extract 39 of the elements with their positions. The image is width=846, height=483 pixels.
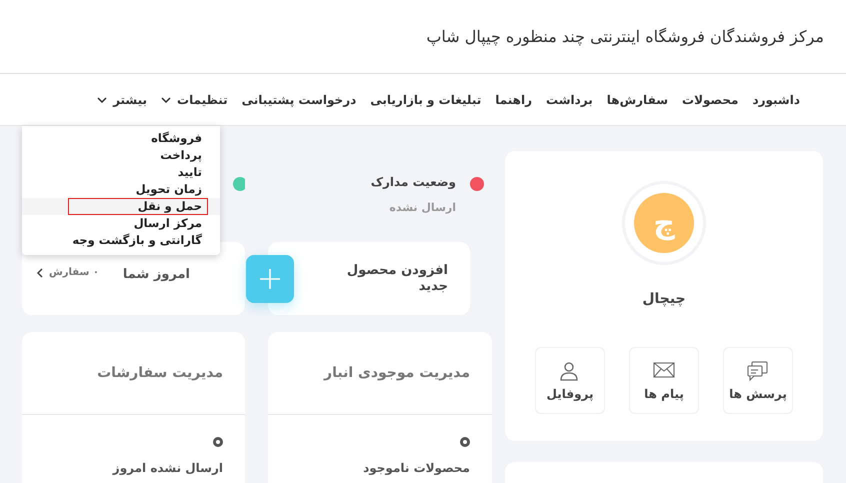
nav-link[interactable]: راهنما (495, 92, 532, 106)
menu-item[interactable]: تایید (22, 164, 220, 181)
status-label: وضعیت مدارک (370, 175, 456, 189)
menu-item[interactable]: مرکز ارسال (22, 215, 220, 232)
store-name: چیچال (642, 291, 686, 307)
nav-menu[interactable]: تنظیمات (161, 92, 228, 106)
page-title: مرکز فروشندگان فروشگاه اینترنتی چند منظوره چیپال شاپ (426, 27, 824, 46)
add-product-label: افزودن محصول جدید (346, 262, 449, 294)
panel-item: ارسال نشده امروز (112, 461, 223, 475)
menu-item[interactable]: گارانتی و بازگشت وجه (22, 232, 220, 249)
ring-icon (213, 437, 223, 447)
menu-item[interactable]: زمان تحویل (22, 181, 220, 198)
nav-link[interactable]: درخواست پشتیبانی (242, 92, 356, 106)
nav-menu[interactable]: بیشتر (97, 92, 148, 106)
nav-link[interactable]: داشبورد (752, 92, 800, 106)
orders-link[interactable]: ۰ سفارش (36, 267, 99, 278)
panel-item: محصولات ناموجود (363, 461, 470, 475)
action-button[interactable]: پرسش ها (723, 347, 793, 414)
avatar: چ (634, 193, 694, 253)
menu-item[interactable]: حمل و نقل (22, 198, 220, 215)
panel-title: مدیریت سفارشات (22, 332, 245, 415)
nav-link[interactable]: تبلیغات و بازاریابی (370, 92, 482, 106)
status-value: ارسال نشده (388, 201, 456, 214)
caret-icon (97, 96, 108, 102)
ring-icon (460, 437, 470, 447)
menu-item[interactable]: پرداخت (22, 147, 220, 164)
envelope-icon (653, 360, 675, 380)
panel-title: مدیریت موجودی انبار (268, 332, 492, 415)
action-button[interactable]: پیام ها (629, 347, 699, 414)
today-label: امروز شما (122, 267, 190, 282)
nav-link[interactable]: سفارش‌ها (606, 92, 668, 106)
caret-icon (161, 96, 172, 102)
nav-link[interactable]: برداشت (546, 92, 593, 106)
add-button-plus-icon[interactable] (246, 254, 294, 302)
menu-item[interactable]: فروشگاه (22, 130, 220, 147)
chevron-icon (36, 268, 43, 278)
nav-link[interactable]: محصولات (682, 92, 738, 106)
action-button[interactable]: پروفایل (535, 347, 605, 414)
chat-icon (747, 360, 769, 380)
